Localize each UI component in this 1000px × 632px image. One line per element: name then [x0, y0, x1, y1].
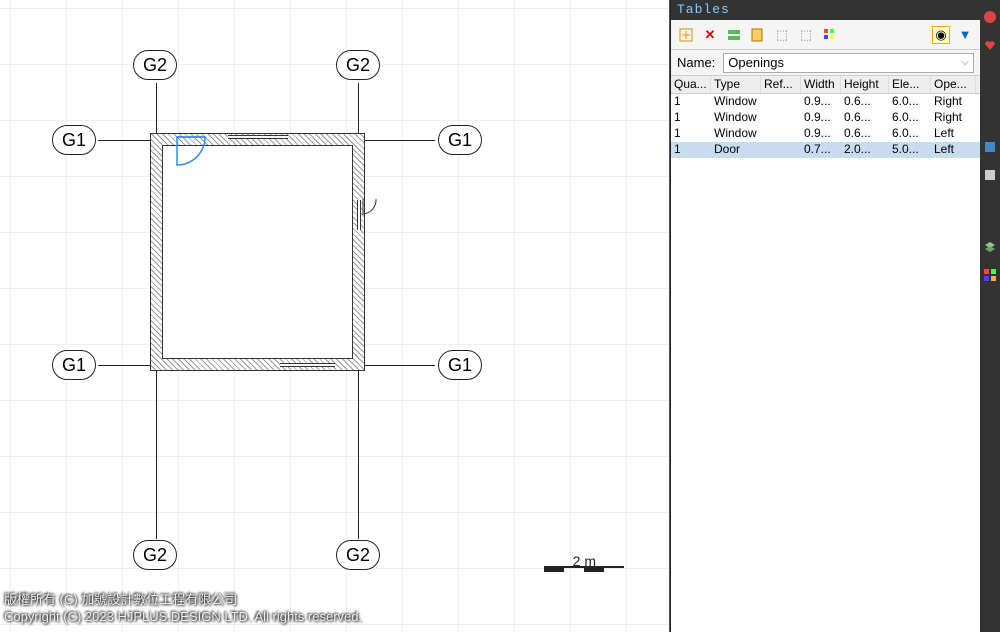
cell-ref[interactable]	[761, 126, 801, 142]
cell-ele[interactable]: 6.0...	[889, 126, 931, 142]
table-row[interactable]: 1Door 0.7...2.0...5.0...Left	[671, 142, 980, 158]
col-quantity[interactable]: Qua...	[671, 76, 711, 93]
name-label: Name:	[677, 55, 715, 70]
tables-panel: Tables ✕ ⬚ ⬚ ◉ ▼ Name: Openings ⌵ Qua...…	[670, 0, 980, 632]
chevron-down-icon: ⌵	[961, 57, 969, 68]
cell-ref[interactable]	[761, 110, 801, 126]
watermark: 版權所有 (C) 加號設計數位工程有限公司 Copyright (C) 2023…	[4, 592, 362, 626]
scale-label: 2 m	[573, 553, 596, 569]
window-top-1[interactable]	[228, 135, 288, 139]
swatch-icon[interactable]	[983, 268, 997, 282]
cell-ope[interactable]: Left	[931, 142, 976, 158]
axis-g2[interactable]: G2	[133, 50, 177, 80]
window-bottom[interactable]	[280, 363, 335, 367]
table-row[interactable]: 1Window 0.9...0.6...6.0...Right	[671, 94, 980, 110]
axis-g2[interactable]: G2	[133, 540, 177, 570]
axis-g2[interactable]: G2	[336, 50, 380, 80]
cell-type[interactable]: Window	[711, 126, 761, 142]
delete-icon[interactable]: ✕	[701, 26, 719, 44]
cell-qua[interactable]: 1	[671, 142, 711, 158]
col-ref[interactable]: Ref...	[761, 76, 801, 93]
cell-ref[interactable]	[761, 142, 801, 158]
cell-qua[interactable]: 1	[671, 94, 711, 110]
cell-width[interactable]: 0.9...	[801, 94, 841, 110]
gridline	[98, 140, 150, 141]
edit-icon[interactable]	[749, 26, 767, 44]
highlight-icon[interactable]: ◉	[932, 26, 950, 44]
stack-icon[interactable]	[983, 240, 997, 254]
cell-height[interactable]: 2.0...	[841, 142, 889, 158]
gridline	[365, 365, 435, 366]
cell-height[interactable]: 0.6...	[841, 94, 889, 110]
axis-g1[interactable]: G1	[438, 350, 482, 380]
col-type[interactable]: Type	[711, 76, 761, 93]
cell-ele[interactable]: 6.0...	[889, 110, 931, 126]
window-swing-icon[interactable]	[175, 135, 215, 175]
right-toolstrip	[980, 0, 1000, 632]
gridline	[358, 83, 359, 133]
layers-icon[interactable]	[983, 140, 997, 154]
floor-plan: G2 G2 G1 G1 G1 G1 G2 G2	[0, 0, 669, 632]
axis-g1[interactable]: G1	[52, 350, 96, 380]
door-right[interactable]	[357, 200, 361, 230]
cell-qua[interactable]: 1	[671, 110, 711, 126]
door-swing-icon	[362, 198, 380, 220]
openings-table[interactable]: Qua... Type Ref... Width Height Ele... O…	[671, 76, 980, 632]
cell-ope[interactable]: Right	[931, 110, 976, 126]
col-opening[interactable]: Ope...	[931, 76, 976, 93]
gridline	[358, 371, 359, 539]
wall-inner-border	[162, 145, 353, 359]
cell-type[interactable]: Window	[711, 94, 761, 110]
drawing-canvas[interactable]: G2 G2 G1 G1 G1 G1 G2 G2 2 m 版權所有 (C) 加號設…	[0, 0, 670, 632]
name-dropdown[interactable]: Openings ⌵	[723, 53, 974, 73]
axis-g1[interactable]: G1	[52, 125, 96, 155]
filter-icon[interactable]: ▼	[956, 26, 974, 44]
cell-ele[interactable]: 6.0...	[889, 94, 931, 110]
cell-ope[interactable]: Right	[931, 94, 976, 110]
select-icon[interactable]	[983, 168, 997, 182]
cell-height[interactable]: 0.6...	[841, 126, 889, 142]
cell-width[interactable]: 0.9...	[801, 126, 841, 142]
table-row[interactable]: 1Window 0.9...0.6...6.0...Right	[671, 110, 980, 126]
panel-title: Tables	[671, 0, 980, 20]
cell-height[interactable]: 0.6...	[841, 110, 889, 126]
name-row: Name: Openings ⌵	[671, 50, 980, 76]
heart-icon[interactable]	[983, 38, 997, 52]
gridline	[365, 140, 435, 141]
gridline	[156, 83, 157, 133]
colorize-icon[interactable]	[821, 26, 839, 44]
cell-qua[interactable]: 1	[671, 126, 711, 142]
cell-width[interactable]: 0.7...	[801, 142, 841, 158]
table-row[interactable]: 1Window 0.9...0.6...6.0...Left	[671, 126, 980, 142]
cell-ope[interactable]: Left	[931, 126, 976, 142]
col-elevation[interactable]: Ele...	[889, 76, 931, 93]
cell-type[interactable]: Door	[711, 142, 761, 158]
gridline	[156, 371, 157, 539]
col-width[interactable]: Width	[801, 76, 841, 93]
table-header[interactable]: Qua... Type Ref... Width Height Ele... O…	[671, 76, 980, 94]
axis-g1[interactable]: G1	[438, 125, 482, 155]
export-icon[interactable]: ⬚	[773, 26, 791, 44]
palette-icon[interactable]	[983, 10, 997, 24]
import-icon[interactable]: ⬚	[797, 26, 815, 44]
tables-toolbar: ✕ ⬚ ⬚ ◉ ▼	[671, 20, 980, 50]
add-icon[interactable]	[677, 26, 695, 44]
cell-type[interactable]: Window	[711, 110, 761, 126]
gridline	[98, 365, 150, 366]
axis-g2[interactable]: G2	[336, 540, 380, 570]
cell-width[interactable]: 0.9...	[801, 110, 841, 126]
col-height[interactable]: Height	[841, 76, 889, 93]
insert-row-icon[interactable]	[725, 26, 743, 44]
cell-ele[interactable]: 5.0...	[889, 142, 931, 158]
scale-bar: 2 m	[544, 550, 624, 572]
cell-ref[interactable]	[761, 94, 801, 110]
